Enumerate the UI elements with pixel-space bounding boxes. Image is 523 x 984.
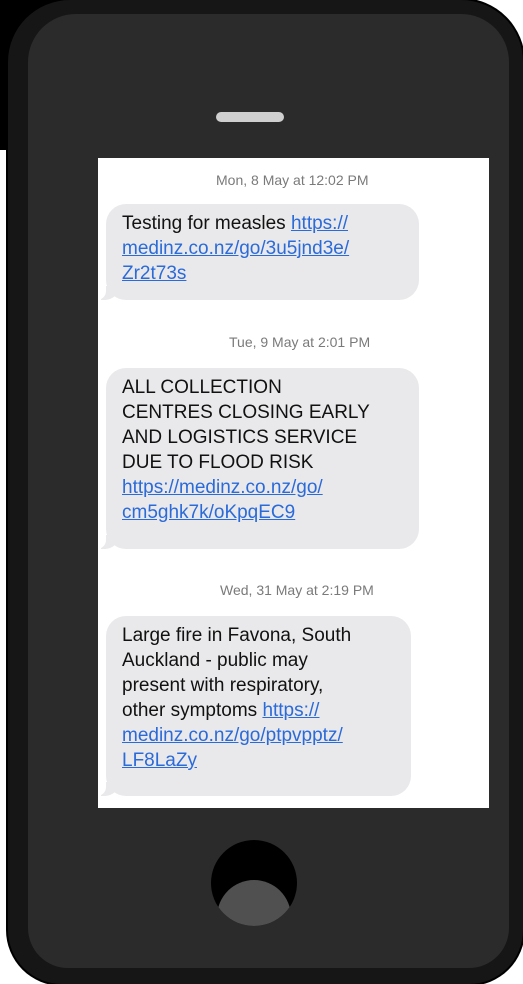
message-text: ALL COLLECTION xyxy=(122,377,282,398)
message-text: DUE TO FLOOD RISK xyxy=(122,452,314,473)
message-text: Auckland - public may xyxy=(122,650,308,671)
message-timestamp: Wed, 31 May at 2:19 PM xyxy=(220,582,374,598)
message-bubble[interactable]: Large fire in Favona, South Auckland - p… xyxy=(98,616,411,796)
home-button[interactable] xyxy=(211,840,297,926)
message-timestamp: Tue, 9 May at 2:01 PM xyxy=(229,334,371,350)
message-bubble[interactable]: Testing for measles https:// medinz.co.n… xyxy=(98,204,419,300)
message-link[interactable]: medinz.co.nz/go/3u5jnd3e/ xyxy=(122,236,409,261)
message-link[interactable]: https:// xyxy=(291,213,348,234)
message-link[interactable]: https:// xyxy=(262,700,319,721)
message-link[interactable]: Zr2t73s xyxy=(122,261,409,286)
message-text: present with respiratory, xyxy=(122,675,324,696)
message-text: Testing for measles xyxy=(122,213,291,234)
message-link[interactable]: cm5ghk7k/oKpqEC9 xyxy=(122,500,409,525)
message-link[interactable]: medinz.co.nz/go/ptpvpptz/ xyxy=(122,723,401,748)
message-link[interactable]: LF8LaZy xyxy=(122,748,401,773)
message-timestamp: Mon, 8 May at 12:02 PM xyxy=(216,172,369,188)
message-text: Large fire in Favona, South xyxy=(122,625,352,646)
message-text: AND LOGISTICS SERVICE xyxy=(122,427,358,448)
message-bubble[interactable]: ALL COLLECTION CENTRES CLOSING EARLY AND… xyxy=(98,368,419,549)
message-text: CENTRES CLOSING EARLY xyxy=(122,402,370,423)
message-link[interactable]: https://medinz.co.nz/go/ xyxy=(122,475,409,500)
speaker-grille xyxy=(216,112,284,122)
message-screen[interactable]: Mon, 8 May at 12:02 PM Testing for measl… xyxy=(98,158,489,808)
message-text: other symptoms xyxy=(122,700,263,721)
